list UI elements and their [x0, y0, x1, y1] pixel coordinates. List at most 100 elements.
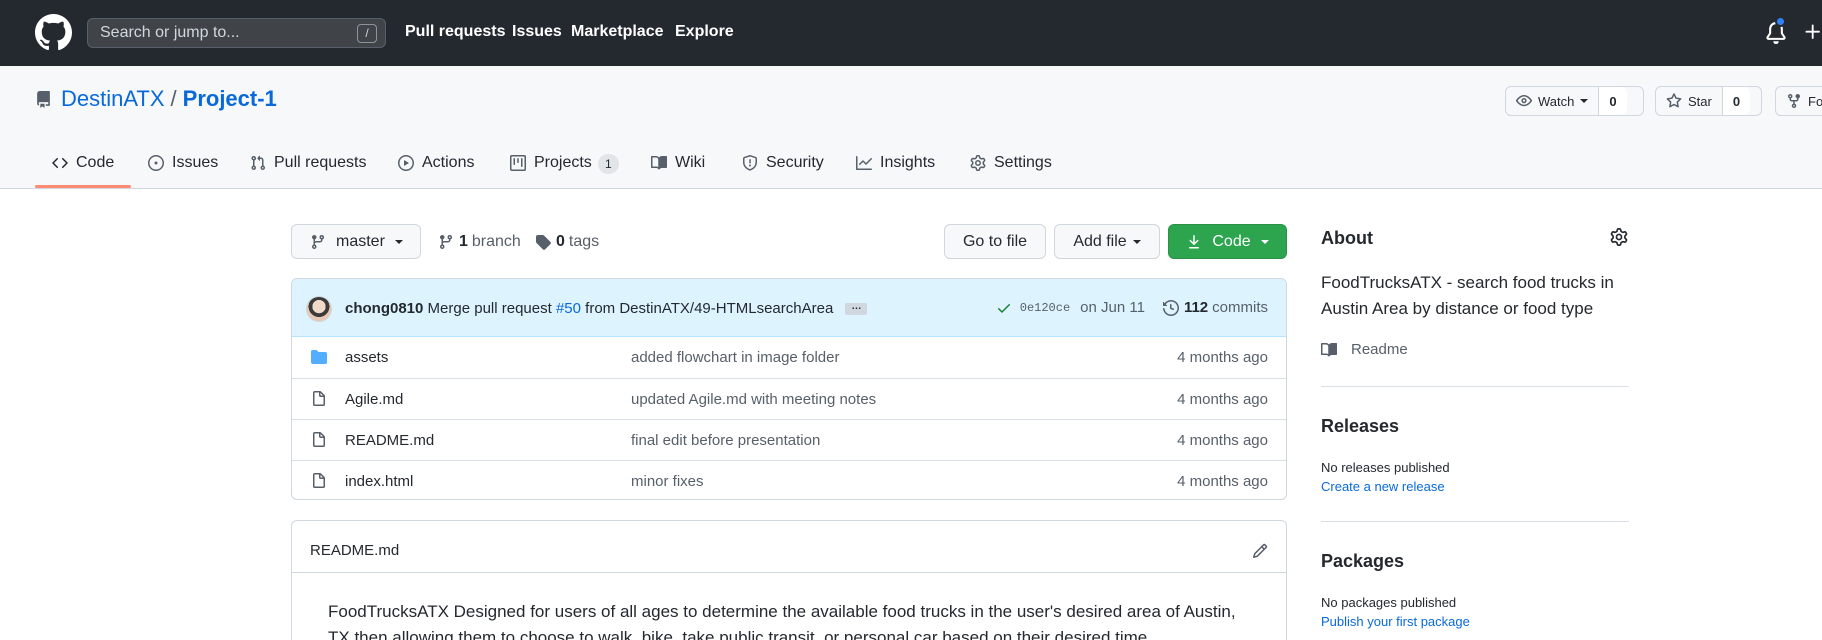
readme-title[interactable]: README.md — [310, 542, 399, 559]
branch-label: branch — [471, 233, 521, 250]
expand-commit-message-button[interactable]: … — [845, 302, 868, 316]
history-icon — [1162, 299, 1179, 316]
file-name[interactable]: assets — [345, 349, 388, 366]
code-download-button[interactable]: Code — [1168, 224, 1287, 259]
chevron-down-icon — [1260, 239, 1269, 244]
packages-heading[interactable]: Packages — [1321, 551, 1404, 572]
tab-actions[interactable]: Actions — [398, 148, 474, 189]
add-file-button[interactable]: Add file — [1054, 224, 1160, 259]
publish-package-link[interactable]: Publish your first package — [1321, 614, 1470, 629]
nav-pull-requests[interactable]: Pull requests — [405, 23, 505, 41]
star-button[interactable]: Star — [1656, 87, 1723, 115]
search-shortcut-hint: / — [357, 24, 377, 43]
latest-commit-bar: chong0810 Merge pull request #50 from De… — [292, 279, 1286, 337]
github-logo-icon[interactable] — [35, 14, 72, 51]
commit-count-label: commits — [1212, 299, 1268, 316]
file-icon — [313, 391, 325, 406]
commits-link[interactable]: 112 commits — [1162, 299, 1268, 316]
file-commit-age: 4 months ago — [1177, 349, 1268, 366]
repo-owner-link[interactable]: DestinATX — [61, 86, 165, 111]
avatar[interactable] — [306, 296, 332, 322]
check-icon[interactable] — [996, 300, 1012, 316]
tab-code-label: Code — [76, 154, 115, 171]
star-count[interactable]: 0 — [1722, 87, 1751, 115]
tab-issues[interactable]: Issues — [148, 148, 218, 189]
pencil-icon[interactable] — [1252, 543, 1268, 559]
file-row[interactable]: index.html minor fixes 4 months ago — [292, 460, 1286, 499]
repo-name-link[interactable]: Project-1 — [183, 86, 277, 111]
commit-date[interactable]: on Jun 11 — [1080, 299, 1145, 316]
fork-label: Fo — [1808, 93, 1822, 109]
add-file-label: Add file — [1073, 232, 1127, 250]
tag-label: tags — [568, 233, 600, 250]
file-commit-age: 4 months ago — [1177, 473, 1268, 490]
projects-count-badge: 1 — [597, 154, 619, 174]
branches-link[interactable]: 1 branch — [438, 233, 521, 251]
tab-wiki[interactable]: Wiki — [651, 148, 705, 189]
download-icon — [1189, 234, 1200, 248]
branch-count: 1 — [459, 233, 468, 250]
file-commit-message[interactable]: added flowchart in image folder — [631, 349, 839, 366]
tab-security-label: Security — [766, 154, 824, 171]
fork-button[interactable]: Fo — [1776, 87, 1822, 115]
search-input[interactable] — [100, 22, 350, 44]
file-icon — [313, 432, 325, 447]
pull-request-link[interactable]: #50 — [556, 300, 581, 317]
commit-author[interactable]: chong0810 — [345, 300, 423, 317]
commit-details: 0e120ce on Jun 11 112 commits — [996, 299, 1268, 316]
nav-marketplace[interactable]: Marketplace — [571, 23, 664, 41]
file-name[interactable]: Agile.md — [345, 391, 403, 408]
watch-count[interactable]: 0 — [1599, 87, 1627, 115]
fork-icon — [1788, 94, 1800, 109]
selected-tab-underline — [35, 185, 131, 188]
nav-explore[interactable]: Explore — [675, 23, 734, 41]
repo-title: DestinATX / Project-1 — [61, 86, 277, 112]
repo-icon — [37, 91, 50, 108]
tab-code[interactable]: Code — [52, 148, 114, 189]
gear-icon[interactable] — [1610, 228, 1628, 246]
file-commit-message[interactable]: final edit before presentation — [631, 432, 820, 449]
tab-actions-label: Actions — [422, 154, 475, 171]
releases-heading[interactable]: Releases — [1321, 416, 1399, 437]
go-to-file-button[interactable]: Go to file — [944, 224, 1046, 259]
shield-icon — [743, 155, 757, 171]
watch-button[interactable]: Watch — [1506, 87, 1600, 115]
file-row[interactable]: Agile.md updated Agile.md with meeting n… — [292, 378, 1286, 419]
code-button-label: Code — [1212, 232, 1251, 250]
tab-projects[interactable]: Projects 1 — [510, 148, 619, 189]
tag-icon — [536, 235, 551, 250]
watch-button-group: Watch 0 — [1505, 86, 1644, 116]
file-row[interactable]: README.md final edit before presentation… — [292, 419, 1286, 460]
sidebar-divider — [1321, 386, 1629, 387]
tab-security[interactable]: Security — [742, 148, 824, 189]
commit-sha[interactable]: 0e120ce — [1020, 301, 1070, 315]
commit-message-prefix[interactable]: Merge pull request — [428, 300, 552, 317]
tab-insights[interactable]: Insights — [856, 148, 935, 189]
commit-count: 112 — [1183, 299, 1209, 316]
commit-message-suffix[interactable]: from DestinATX/49-HTMLsearchArea — [585, 300, 833, 317]
releases-empty-text: No releases published — [1321, 460, 1450, 475]
branch-name: master — [336, 232, 385, 250]
file-icon — [313, 473, 325, 488]
readme-header: README.md — [292, 521, 1286, 573]
tab-settings[interactable]: Settings — [970, 148, 1052, 189]
readme-sidebar-link[interactable]: Readme — [1321, 341, 1408, 358]
file-row[interactable]: assets added flowchart in image folder 4… — [292, 337, 1286, 378]
chevron-down-icon — [1132, 239, 1141, 244]
create-release-link[interactable]: Create a new release — [1321, 479, 1445, 494]
file-commit-message[interactable]: updated Agile.md with meeting notes — [631, 391, 876, 408]
folder-icon — [311, 350, 327, 364]
tags-link[interactable]: 0 tags — [535, 233, 599, 251]
file-name[interactable]: README.md — [345, 432, 434, 449]
nav-issues[interactable]: Issues — [512, 23, 562, 41]
file-commit-message[interactable]: minor fixes — [631, 473, 704, 490]
file-name[interactable]: index.html — [345, 473, 413, 490]
about-heading: About — [1321, 228, 1373, 248]
latest-commit-message: chong0810 Merge pull request #50 from De… — [345, 300, 868, 317]
repo-path-separator: / — [170, 86, 177, 111]
branch-select-button[interactable]: master — [291, 224, 421, 259]
play-icon — [398, 155, 414, 171]
tab-pull-requests[interactable]: Pull requests — [250, 148, 367, 189]
git-branch-icon — [311, 234, 324, 249]
create-new-plus-icon[interactable] — [1803, 22, 1822, 42]
